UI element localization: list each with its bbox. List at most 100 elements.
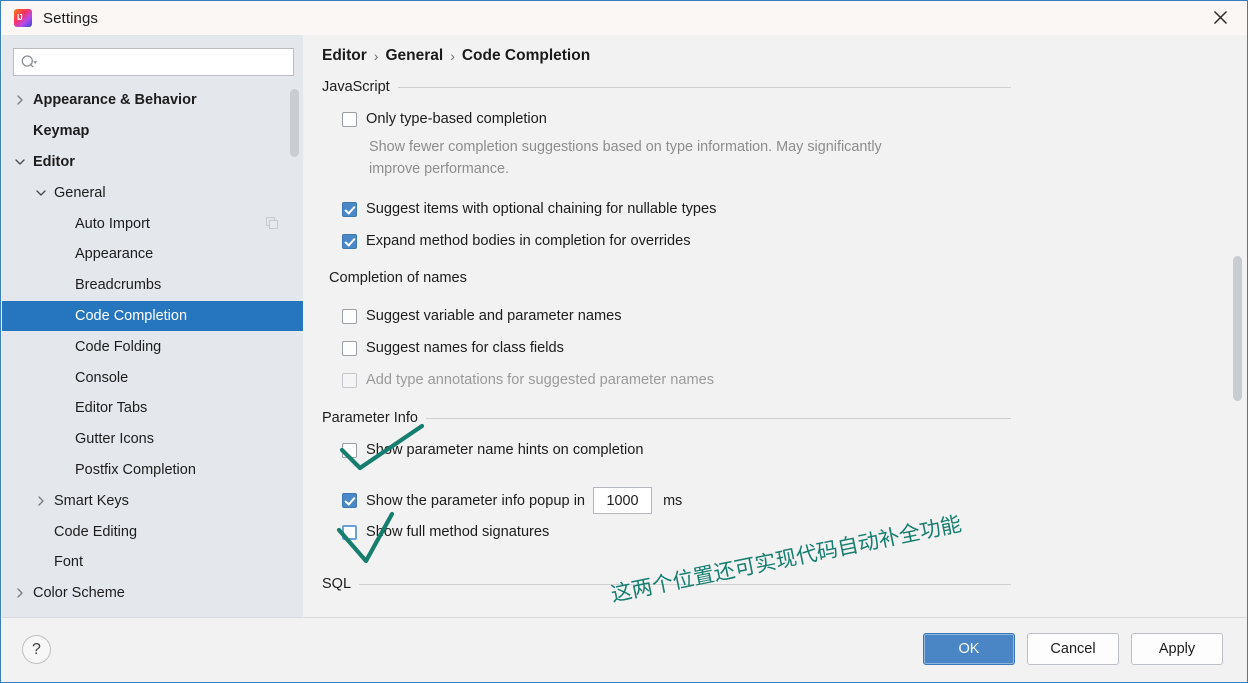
option-label: Suggest names for class fields xyxy=(366,340,564,356)
ok-button[interactable]: OK xyxy=(923,633,1015,665)
option-label: Show parameter name hints on completion xyxy=(366,442,644,458)
sidebar-item-general[interactable]: General xyxy=(2,177,303,208)
dialog-buttons: OK Cancel Apply xyxy=(923,633,1223,665)
breadcrumb-item-code-completion: Code Completion xyxy=(461,47,591,64)
option-label: Expand method bodies in completion for o… xyxy=(366,233,691,249)
sidebar-item-label: Appearance xyxy=(75,246,154,263)
main-scrollbar-thumb[interactable] xyxy=(1233,256,1242,401)
option-only-type-based-completion[interactable]: Only type-based completion xyxy=(342,111,547,127)
option-full-method-signatures[interactable]: Show full method signatures xyxy=(342,524,549,540)
help-button[interactable]: ? xyxy=(22,635,51,664)
dialog-footer: ? OK Cancel Apply xyxy=(2,617,1247,681)
checkbox-add-type-annotations xyxy=(342,372,357,388)
group-label-sql: SQL xyxy=(322,576,352,592)
option-label: Suggest variable and parameter names xyxy=(366,308,622,324)
sidebar-item-label: Code Folding xyxy=(75,338,162,355)
option-expand-method-bodies[interactable]: Expand method bodies in completion for o… xyxy=(342,233,691,249)
option-optional-chaining[interactable]: Suggest items with optional chaining for… xyxy=(342,201,716,217)
option-suggest-class-field-names[interactable]: Suggest names for class fields xyxy=(342,340,564,356)
sidebar-item-console[interactable]: Console xyxy=(2,362,303,393)
checkbox-param-info-popup[interactable] xyxy=(342,493,357,508)
sidebar-item-keymap[interactable]: Keymap xyxy=(2,116,303,147)
chevron-right-icon[interactable] xyxy=(11,95,29,106)
sidebar-item-label: Console xyxy=(75,369,129,386)
sidebar-item-smart-keys[interactable]: Smart Keys xyxy=(2,485,303,516)
sidebar-item-label: Color Scheme xyxy=(33,585,125,602)
sidebar-item-label: Gutter Icons xyxy=(75,431,154,448)
sidebar-item-editor[interactable]: Editor xyxy=(2,147,303,178)
group-divider xyxy=(425,417,1011,419)
sidebar-item-label: Editor xyxy=(33,153,75,170)
sidebar-item-label: Code Editing xyxy=(54,523,138,540)
intellij-idea-icon xyxy=(14,9,32,27)
option-add-type-annotations: Add type annotations for suggested param… xyxy=(342,372,714,388)
title-bar: Settings xyxy=(1,1,1247,35)
cancel-button[interactable]: Cancel xyxy=(1027,633,1119,665)
sidebar-item-label: Postfix Completion xyxy=(75,461,196,478)
breadcrumb-separator-icon: › xyxy=(373,48,379,64)
sidebar-item-code-completion[interactable]: Code Completion xyxy=(2,300,303,332)
sidebar-item-postfix-completion[interactable]: Postfix Completion xyxy=(2,455,303,486)
option-label: Suggest items with optional chaining for… xyxy=(366,201,717,217)
settings-main-pane: Editor › General › Code Completion JavaS… xyxy=(303,35,1247,620)
checkbox-suggest-variable-names[interactable] xyxy=(342,308,357,324)
group-label-text: Completion of names xyxy=(329,270,467,286)
group-label-parameter-info: Parameter Info xyxy=(322,410,418,426)
sidebar-item-label: Appearance & Behavior xyxy=(33,92,197,109)
breadcrumb: Editor › General › Code Completion xyxy=(322,47,590,65)
search-icon xyxy=(21,54,38,70)
sidebar-item-editor-tabs[interactable]: Editor Tabs xyxy=(2,393,303,424)
chevron-down-icon[interactable] xyxy=(11,157,29,167)
sidebar-item-breadcrumbs[interactable]: Breadcrumbs xyxy=(2,270,303,301)
sidebar-item-label: General xyxy=(54,184,106,201)
settings-dialog: Settings Appearance & Behavi xyxy=(0,0,1248,683)
sidebar-item-label: Smart Keys xyxy=(54,492,129,509)
window-title: Settings xyxy=(43,9,98,27)
checkbox-param-name-hints[interactable] xyxy=(342,442,357,458)
sidebar-item-appearance[interactable]: Appearance xyxy=(2,239,303,270)
search-input[interactable] xyxy=(42,51,293,73)
sidebar-item-auto-import[interactable]: Auto Import xyxy=(2,208,303,239)
sidebar-item-label: Editor Tabs xyxy=(75,400,148,417)
breadcrumb-item-editor[interactable]: Editor xyxy=(322,47,367,65)
sidebar-item-label: Auto Import xyxy=(75,215,150,232)
option-label: Show the parameter info popup in xyxy=(366,492,586,509)
settings-tree: Appearance & Behavior Keymap Editor General… xyxy=(2,85,303,609)
group-divider xyxy=(397,86,1011,88)
close-icon[interactable] xyxy=(1199,1,1241,34)
param-info-delay-input[interactable] xyxy=(593,487,653,514)
checkbox-optional-chaining[interactable] xyxy=(342,201,357,217)
option-description-only-type-based: Show fewer completion suggestions based … xyxy=(369,139,882,177)
sidebar-item-font[interactable]: Font xyxy=(2,547,303,578)
option-label: Show full method signatures xyxy=(366,524,550,540)
sidebar-item-code-editing[interactable]: Code Editing xyxy=(2,516,303,547)
option-param-info-popup[interactable]: Show the parameter info popup in ms xyxy=(342,487,682,514)
chevron-down-icon[interactable] xyxy=(32,188,50,198)
apply-button[interactable]: Apply xyxy=(1131,633,1223,665)
breadcrumb-item-general[interactable]: General xyxy=(385,47,443,65)
option-param-name-hints[interactable]: Show parameter name hints on completion xyxy=(342,442,643,458)
sidebar-item-appearance-behavior[interactable]: Appearance & Behavior xyxy=(2,85,303,116)
checkbox-suggest-class-field-names[interactable] xyxy=(342,340,357,356)
sidebar-item-gutter-icons[interactable]: Gutter Icons xyxy=(2,424,303,455)
sidebar-scrollbar-thumb[interactable] xyxy=(290,89,299,157)
checkbox-expand-method-bodies[interactable] xyxy=(342,233,357,249)
checkbox-only-type-based-completion[interactable] xyxy=(342,111,357,127)
sidebar-item-label: Code Completion xyxy=(75,307,188,324)
sidebar-item-label: Keymap xyxy=(33,123,90,140)
breadcrumb-separator-icon: › xyxy=(450,48,455,64)
sidebar-item-label: Font xyxy=(54,554,84,571)
chevron-right-icon[interactable] xyxy=(32,496,50,506)
dialog-content: Appearance & Behavior Keymap Editor General… xyxy=(2,35,1247,620)
group-javascript: JavaScript xyxy=(322,79,1011,95)
search-box[interactable] xyxy=(13,48,294,76)
option-suggest-variable-names[interactable]: Suggest variable and parameter names xyxy=(342,308,622,324)
group-label-completion-of-names: Completion of names xyxy=(329,270,467,286)
option-label: Add type annotations for suggested param… xyxy=(366,372,715,388)
option-label: Only type-based completion xyxy=(366,111,547,127)
copy-icon xyxy=(266,217,279,230)
checkbox-full-method-signatures[interactable] xyxy=(342,524,357,540)
chevron-right-icon[interactable] xyxy=(11,588,29,598)
sidebar-item-code-folding[interactable]: Code Folding xyxy=(2,331,303,362)
sidebar-item-color-scheme[interactable]: Color Scheme xyxy=(2,578,303,609)
